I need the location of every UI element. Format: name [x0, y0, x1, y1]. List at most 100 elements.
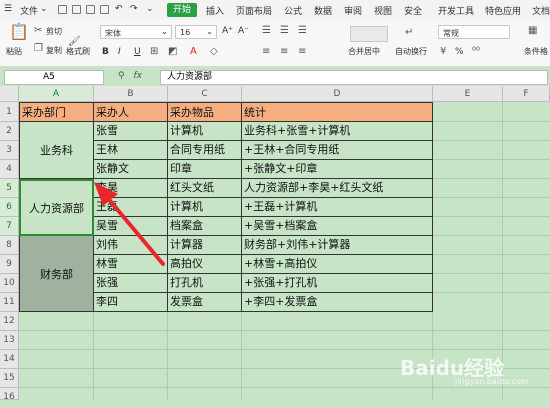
conditional-format-button[interactable]: 条件格	[524, 46, 548, 57]
row-header[interactable]: 16	[0, 388, 19, 402]
table-cell[interactable]: 刘伟	[94, 236, 168, 255]
table-cell[interactable]: 吴雪	[94, 217, 168, 236]
column-header-d[interactable]: D	[242, 86, 433, 102]
table-cell[interactable]: +李四+发票盒	[242, 293, 433, 312]
tab-security[interactable]: 安全	[404, 4, 422, 17]
table-cell[interactable]: 红头文纸	[168, 179, 242, 198]
border-icon[interactable]: ⊞	[150, 47, 158, 57]
scissors-icon[interactable]: ✂	[34, 26, 42, 36]
tab-page-layout[interactable]: 页面布局	[236, 4, 272, 17]
copy-button[interactable]: 复制	[46, 45, 62, 56]
table-cell[interactable]: 发票盒	[168, 293, 242, 312]
column-header-c[interactable]: C	[168, 86, 242, 102]
italic-button[interactable]: I	[118, 47, 121, 57]
tab-data[interactable]: 数据	[314, 4, 332, 17]
clear-icon[interactable]: ◇	[210, 47, 218, 57]
decrease-font-icon[interactable]: A⁻	[238, 26, 249, 36]
underline-button[interactable]: U	[134, 47, 141, 57]
table-cell[interactable]: 印章	[168, 160, 242, 179]
table-cell[interactable]: 张静文	[94, 160, 168, 179]
table-cell[interactable]: 张雪	[94, 122, 168, 141]
table-cell[interactable]: 计算器	[168, 236, 242, 255]
align-middle-icon[interactable]: ☰	[280, 26, 289, 36]
table-cell[interactable]: +张静文+印章	[242, 160, 433, 179]
align-bottom-icon[interactable]: ☰	[298, 26, 307, 36]
decimal-icon[interactable]: ⁰⁰	[472, 47, 480, 57]
header-cell-department[interactable]: 采办部门	[19, 102, 94, 122]
row-header[interactable]: 11	[0, 293, 19, 312]
table-cell[interactable]: 高拍仪	[168, 255, 242, 274]
row-header[interactable]: 5	[0, 179, 19, 198]
table-cell[interactable]: +王磊+计算机	[242, 198, 433, 217]
copy-icon[interactable]: ❐	[34, 44, 43, 54]
merged-cell-department-selected[interactable]: 人力资源部	[19, 179, 94, 236]
row-header[interactable]: 8	[0, 236, 19, 255]
row-header[interactable]: 9	[0, 255, 19, 274]
row-header[interactable]: 1	[0, 102, 19, 122]
save-icon[interactable]	[58, 5, 67, 14]
align-top-icon[interactable]: ☰	[262, 26, 271, 36]
merged-cell-department[interactable]: 财务部	[19, 236, 94, 312]
paste-icon[interactable]: 📋	[9, 24, 29, 40]
export-icon[interactable]	[100, 5, 109, 14]
increase-font-icon[interactable]: A⁺	[222, 26, 233, 36]
print-icon[interactable]	[72, 5, 81, 14]
table-cell[interactable]: 财务部+刘伟+计算器	[242, 236, 433, 255]
table-cell[interactable]: 张强	[94, 274, 168, 293]
row-header[interactable]: 10	[0, 274, 19, 293]
menu-icon[interactable]: ☰	[4, 4, 12, 14]
table-cell[interactable]: 打孔机	[168, 274, 242, 293]
table-cell[interactable]: 李四	[94, 293, 168, 312]
wrap-text-icon[interactable]: ↵	[405, 28, 413, 38]
formula-input[interactable]: 人力资源部	[160, 70, 548, 85]
redo-icon[interactable]: ↷	[130, 4, 138, 14]
header-cell-buyer[interactable]: 采办人	[94, 102, 168, 122]
row-header[interactable]: 6	[0, 198, 19, 217]
tab-developer[interactable]: 开发工具	[438, 4, 474, 17]
row-header[interactable]: 7	[0, 217, 19, 236]
tab-insert[interactable]: 插入	[206, 4, 224, 17]
table-cell[interactable]: +吴雪+档案盒	[242, 217, 433, 236]
row-header[interactable]: 12	[0, 312, 19, 331]
font-size-select[interactable]: 16 ⌄	[175, 25, 217, 39]
table-cell[interactable]: 业务科+张雪+计算机	[242, 122, 433, 141]
row-header[interactable]: 14	[0, 350, 19, 369]
row-header[interactable]: 2	[0, 122, 19, 141]
chevron-down-icon[interactable]: ⌄	[40, 4, 48, 14]
tab-start[interactable]: 开始	[167, 3, 197, 17]
tab-special[interactable]: 特色应用	[485, 4, 521, 17]
format-painter-button[interactable]: 格式刷	[66, 46, 90, 57]
table-cell[interactable]: +王林+合同专用纸	[242, 141, 433, 160]
column-header-f[interactable]: F	[503, 86, 550, 102]
fx-button[interactable]: fx	[133, 71, 142, 81]
number-format-select[interactable]: 常规	[438, 25, 510, 39]
table-cell[interactable]: 计算机	[168, 122, 242, 141]
conditional-format-icon[interactable]: ▦	[528, 26, 537, 36]
header-cell-item[interactable]: 采办物品	[168, 102, 242, 122]
paste-button[interactable]: 粘贴	[6, 46, 22, 57]
column-header-a[interactable]: A	[19, 86, 94, 102]
align-left-icon[interactable]: ≡	[262, 47, 270, 57]
bold-button[interactable]: B	[102, 47, 109, 57]
chevron-down-icon[interactable]: ⌄	[146, 4, 154, 14]
merge-center-button[interactable]: 合并居中	[348, 46, 380, 57]
percent-button[interactable]: %	[455, 47, 464, 57]
column-header-e[interactable]: E	[433, 86, 503, 102]
align-center-icon[interactable]: ≡	[280, 47, 288, 57]
table-cell[interactable]: +张强+打孔机	[242, 274, 433, 293]
merged-cell-department[interactable]: 业务科	[19, 122, 94, 179]
wrap-text-button[interactable]: 自动换行	[395, 46, 427, 57]
select-all-corner[interactable]	[0, 86, 19, 102]
table-cell[interactable]: +林雪+高拍仪	[242, 255, 433, 274]
tab-doc-assistant[interactable]: 文档助	[532, 4, 550, 17]
zoom-icon[interactable]: ⚲	[118, 71, 125, 81]
row-header[interactable]: 15	[0, 369, 19, 388]
align-right-icon[interactable]: ≡	[298, 47, 306, 57]
tab-review[interactable]: 审阅	[344, 4, 362, 17]
font-name-select[interactable]: 宋体 ⌄	[100, 25, 172, 39]
cut-button[interactable]: 剪切	[46, 26, 62, 37]
merge-center-icon[interactable]	[350, 26, 388, 42]
font-color-icon[interactable]: A	[190, 47, 197, 57]
table-cell[interactable]: 档案盒	[168, 217, 242, 236]
tab-formulas[interactable]: 公式	[284, 4, 302, 17]
